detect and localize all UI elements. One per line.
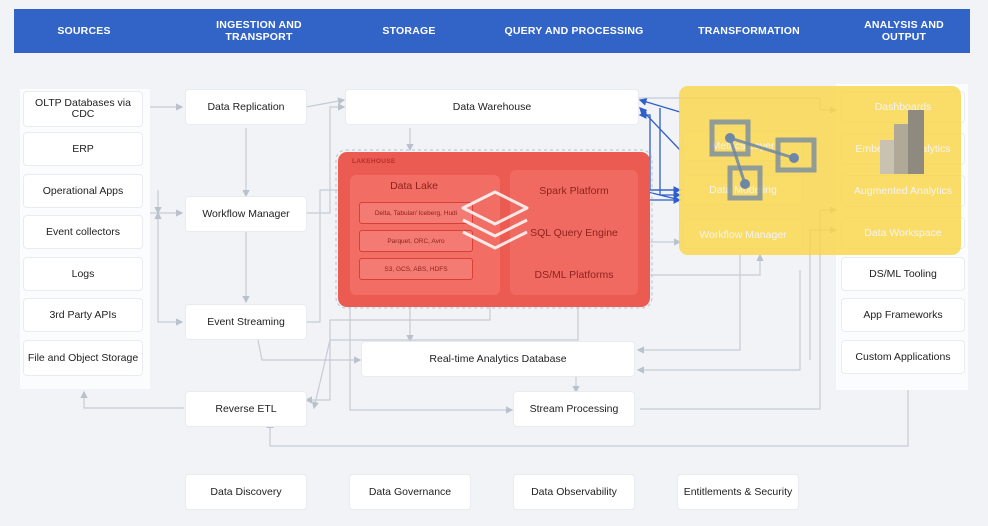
analysis-dsml-tooling: DS/ML Tooling	[842, 258, 964, 290]
realtime-analytics-db-box: Real-time Analytics Database	[362, 342, 634, 376]
lakehouse-label: LAKEHOUSE	[352, 158, 396, 165]
source-operational-apps: Operational Apps	[24, 175, 142, 207]
analysis-app-frameworks: App Frameworks	[842, 299, 964, 331]
bar-chart-icon	[880, 110, 924, 174]
data-governance-box: Data Governance	[350, 475, 470, 509]
workflow-manager-box: Workflow Manager	[186, 197, 306, 231]
augmented-analytics-label: Augmented Analytics	[853, 185, 953, 197]
source-logs: Logs	[24, 258, 142, 290]
data-warehouse-box: Data Warehouse	[346, 90, 638, 124]
data-workspace-label: Data Workspace	[864, 227, 942, 239]
source-file-object-storage: File and Object Storage	[24, 341, 142, 375]
source-erp: ERP	[24, 133, 142, 165]
transformation-workflow-label: Workflow Manager	[699, 229, 787, 241]
data-discovery-box: Data Discovery	[186, 475, 306, 509]
reverse-etl-box: Reverse ETL	[186, 392, 306, 426]
data-replication-box: Data Replication	[186, 90, 306, 124]
data-observability-box: Data Observability	[514, 475, 634, 509]
semantic-layer-icon	[709, 119, 817, 201]
stream-processing-box: Stream Processing	[514, 392, 634, 426]
layers-logo-icon	[461, 190, 529, 250]
source-3rd-party-apis: 3rd Party APIs	[24, 299, 142, 331]
analysis-custom-applications: Custom Applications	[842, 341, 964, 373]
entitlements-security-box: Entitlements & Security	[678, 475, 798, 509]
dsml-platforms-label: DS/ML Platforms	[534, 269, 614, 281]
source-event-collectors: Event collectors	[24, 216, 142, 248]
object-stores-box: S3, GCS, ABS, HDFS	[359, 258, 473, 280]
source-oltp: OLTP Databases via CDC	[24, 92, 142, 126]
event-streaming-box: Event Streaming	[186, 305, 306, 339]
